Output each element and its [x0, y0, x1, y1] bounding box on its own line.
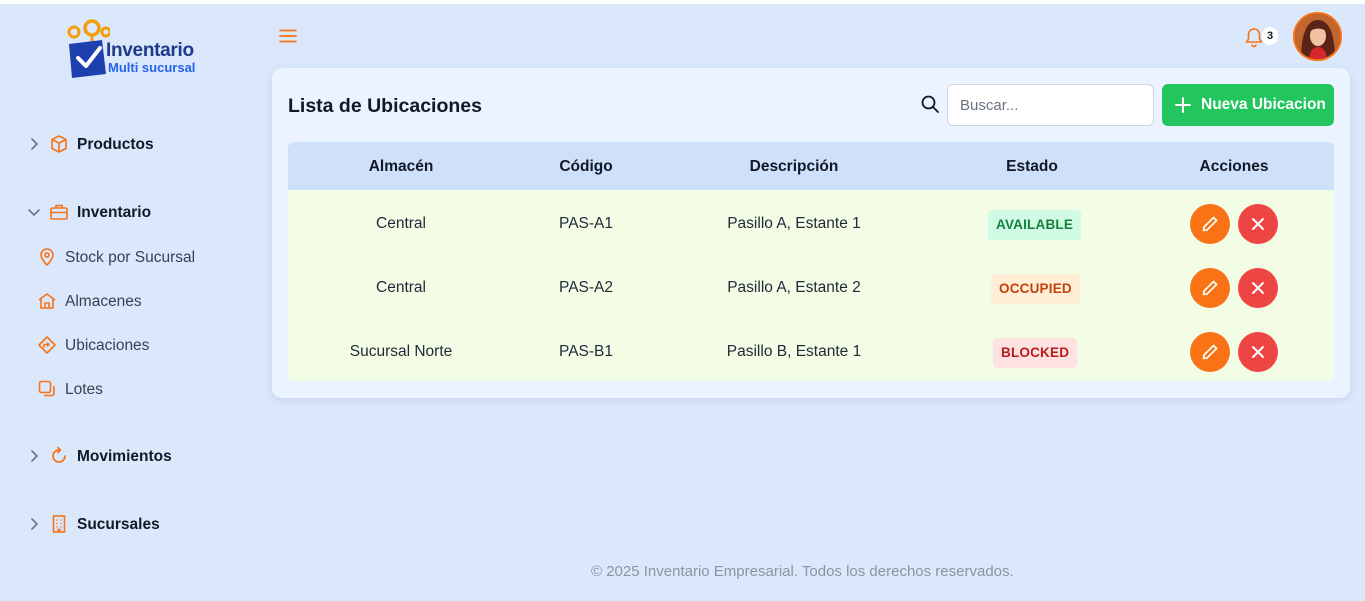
close-icon [1252, 282, 1264, 294]
column-header-descripcion: Descripción [749, 158, 839, 175]
refresh-icon [52, 446, 66, 463]
delete-button[interactable] [1238, 268, 1278, 308]
status-badge: OCCUPIED [991, 274, 1080, 304]
cell-codigo: PAS-A2 [559, 279, 613, 296]
logo-subtitle: Multi sucursal [108, 60, 196, 75]
edit-button[interactable] [1190, 204, 1230, 244]
close-icon [1252, 218, 1264, 230]
search-input[interactable] [947, 84, 1154, 126]
footer-copyright: © 2025 Inventario Empresarial. Todos los… [591, 563, 1014, 580]
edit-button[interactable] [1190, 332, 1230, 372]
plus-icon [1175, 97, 1191, 113]
sidebar-group-label: Movimientos [77, 448, 172, 465]
building-icon [52, 515, 66, 533]
locations-table: Almacén Código Descripción Estado Accion… [288, 142, 1334, 381]
chevron-down-icon [28, 209, 40, 217]
cell-descripcion: Pasillo A, Estante 1 [727, 215, 861, 232]
user-avatar[interactable] [1293, 12, 1342, 61]
new-location-button[interactable]: Nueva Ubicacion [1162, 84, 1334, 126]
pencil-icon [1202, 216, 1218, 232]
sidebar-group-movimientos[interactable]: Movimientos [0, 441, 262, 471]
briefcase-icon [50, 204, 68, 220]
logo[interactable]: Inventario Multi sucursal [66, 18, 206, 80]
status-badge: BLOCKED [993, 338, 1078, 368]
hamburger-menu-icon[interactable] [278, 27, 298, 45]
bell-icon [1245, 28, 1263, 48]
delete-button[interactable] [1238, 204, 1278, 244]
warehouse-icon [38, 293, 56, 309]
map-pin-icon [40, 248, 54, 267]
column-header-estado: Estado [1006, 158, 1058, 175]
pencil-icon [1202, 344, 1218, 360]
search-icon [921, 95, 939, 113]
logo-icon [67, 19, 110, 78]
pencil-icon [1202, 280, 1218, 296]
table-row: Central PAS-A1 Pasillo A, Estante 1 AVAI… [288, 192, 1334, 256]
close-icon [1252, 346, 1264, 358]
box-icon [51, 135, 67, 153]
sidebar: Inventario Multi sucursal Productos Inve… [0, 4, 262, 601]
copy-icon [38, 380, 55, 397]
cell-codigo: PAS-A1 [559, 215, 613, 232]
sidebar-group-label: Inventario [77, 204, 152, 221]
directions-icon [38, 336, 56, 354]
notification-count-badge: 3 [1262, 27, 1278, 45]
table-row: Sucursal Norte PAS-B1 Pasillo B, Estante… [288, 320, 1334, 381]
chevron-right-icon [31, 138, 39, 150]
sidebar-item-almacenes[interactable]: Almacenes [0, 286, 262, 316]
page-title: Lista de Ubicaciones [288, 95, 482, 117]
sidebar-item-label: Almacenes [65, 293, 142, 310]
table-header: Almacén Código Descripción Estado Accion… [288, 142, 1334, 190]
new-location-button-label: Nueva Ubicacion [1201, 96, 1326, 113]
sidebar-group-inventario[interactable]: Inventario [0, 197, 262, 227]
cell-almacen: Sucursal Norte [349, 343, 453, 360]
sidebar-group-label: Sucursales [77, 516, 160, 533]
sidebar-item-label: Stock por Sucursal [65, 249, 196, 266]
sidebar-item-label: Ubicaciones [65, 337, 150, 354]
cell-almacen: Central [376, 215, 426, 232]
cell-codigo: PAS-B1 [559, 343, 613, 360]
delete-button[interactable] [1238, 332, 1278, 372]
sidebar-group-productos[interactable]: Productos [0, 129, 262, 159]
column-header-codigo: Código [559, 158, 613, 175]
edit-button[interactable] [1190, 268, 1230, 308]
sidebar-group-sucursales[interactable]: Sucursales [0, 509, 262, 539]
chevron-right-icon [31, 450, 39, 462]
column-header-almacen: Almacén [368, 158, 434, 175]
cell-almacen: Central [376, 279, 426, 296]
sidebar-item-label: Lotes [65, 381, 103, 398]
sidebar-item-stock-por-sucursal[interactable]: Stock por Sucursal [0, 242, 262, 272]
cell-descripcion: Pasillo B, Estante 1 [726, 343, 862, 360]
status-badge: AVAILABLE [988, 210, 1082, 240]
sidebar-group-label: Productos [77, 136, 154, 153]
locations-card: Lista de Ubicaciones Nueva Ubicacion Alm… [272, 68, 1350, 398]
table-row: Central PAS-A2 Pasillo A, Estante 2 OCCU… [288, 256, 1334, 320]
table-body: Central PAS-A1 Pasillo A, Estante 1 AVAI… [288, 190, 1334, 381]
cell-descripcion: Pasillo A, Estante 2 [727, 279, 861, 296]
logo-title: Inventario [106, 40, 194, 61]
sidebar-item-ubicaciones[interactable]: Ubicaciones [0, 330, 262, 360]
chevron-right-icon [31, 518, 39, 530]
column-header-acciones: Acciones [1199, 158, 1269, 175]
sidebar-item-lotes[interactable]: Lotes [0, 374, 262, 404]
avatar-image [1295, 14, 1340, 59]
